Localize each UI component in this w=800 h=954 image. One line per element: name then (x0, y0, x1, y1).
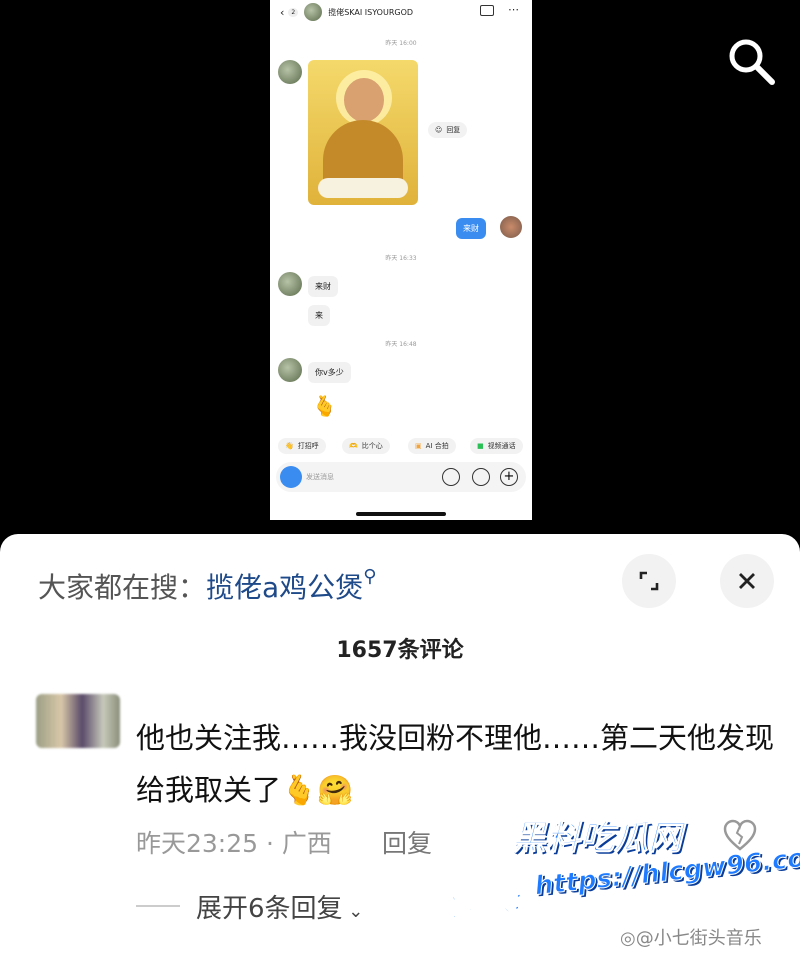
chip-greet[interactable]: 👋 打招呼 (278, 438, 326, 454)
trending-search[interactable]: 大家都在搜：揽佬a鸡公煲⚲ (38, 566, 376, 606)
video-call-icon[interactable] (480, 5, 494, 16)
chip-heart[interactable]: 🫶 比个心 (342, 438, 390, 454)
avatar (278, 60, 302, 84)
chip-video-call[interactable]: ■ 视频通话 (470, 438, 523, 454)
heart-hand-icon: 🫶 (349, 442, 358, 450)
my-message: 来财 (456, 218, 486, 239)
camera-icon[interactable] (280, 466, 302, 488)
buddha-image[interactable] (308, 60, 418, 205)
reply-chip[interactable]: ☺ 回复 (428, 122, 468, 138)
message-bubble: 来 (308, 305, 330, 326)
back-icon[interactable]: ‹ (280, 6, 284, 19)
comment-text: 他也关注我……我没回粉不理他……第二天他发现给我取关了🫰🤗 (136, 721, 775, 807)
divider-line (136, 905, 180, 907)
trending-term[interactable]: 揽佬a鸡公煲 (206, 571, 363, 604)
close-button[interactable] (720, 554, 774, 608)
my-avatar (500, 216, 522, 238)
weibo-source-watermark: ◎@小七街头音乐 (620, 928, 762, 949)
voice-icon[interactable] (442, 468, 460, 486)
smile-icon: ☺ (435, 126, 443, 134)
expand-icon (639, 571, 659, 591)
weibo-icon: ◎ (620, 928, 636, 949)
chip-ai-photo[interactable]: ▣ AI 合拍 (408, 438, 456, 454)
trending-prefix: 大家都在搜： (38, 571, 207, 604)
search-small-icon: ⚲ (363, 566, 377, 587)
home-indicator (356, 512, 446, 516)
timestamp: 昨天 16:48 (385, 341, 417, 348)
comment-emojis: 🫰🤗 (281, 773, 354, 807)
close-icon (739, 573, 755, 589)
search-icon[interactable] (726, 36, 776, 86)
avatar (278, 358, 302, 382)
avatar (304, 3, 323, 21)
finger-heart-emoji: 🫰 (312, 394, 337, 418)
chat-title: 揽佬SKAI ISYOURGOD (328, 7, 414, 17)
watermark-brand: 黑料吃瓜网 (512, 818, 683, 859)
avatar (278, 272, 302, 296)
expand-button[interactable] (622, 554, 676, 608)
timestamp: 昨天 16:33 (385, 255, 417, 262)
avatar[interactable] (36, 694, 120, 748)
chat-header: ‹ 2 揽佬SKAI ISYOURGOD ⋯ (270, 0, 532, 24)
emoji-icon[interactable] (472, 468, 490, 486)
chat-screenshot: ‹ 2 揽佬SKAI ISYOURGOD ⋯ 昨天 16:00 ☺ 回复 来财 … (270, 0, 532, 520)
plus-icon[interactable]: + (500, 468, 518, 486)
comment-time-location: 昨天23:25 · 广西 (136, 829, 332, 858)
comment-panel: 大家都在搜：揽佬a鸡公煲⚲ 1657条评论 他也关注我……我没回粉不理他……第二… (0, 534, 800, 954)
message-bubble: 来财 (308, 276, 338, 297)
reply-button[interactable]: 回复 (382, 824, 432, 860)
wave-icon: 👋 (285, 442, 294, 450)
message-bubble: 你v多少 (308, 362, 351, 383)
expand-replies[interactable]: 展开6条回复 ⌄ (196, 888, 363, 925)
comment-count: 1657条评论 (336, 638, 464, 663)
back-count: 2 (288, 7, 299, 17)
reply-label: 回复 (446, 126, 461, 134)
input-placeholder: 发送消息 (306, 473, 334, 481)
timestamp: 昨天 16:00 (385, 40, 417, 47)
more-icon[interactable]: ⋯ (508, 3, 519, 16)
chevron-down-icon: ⌄ (342, 901, 364, 922)
video-icon: ■ (477, 442, 484, 450)
ai-icon: ▣ (415, 442, 422, 450)
